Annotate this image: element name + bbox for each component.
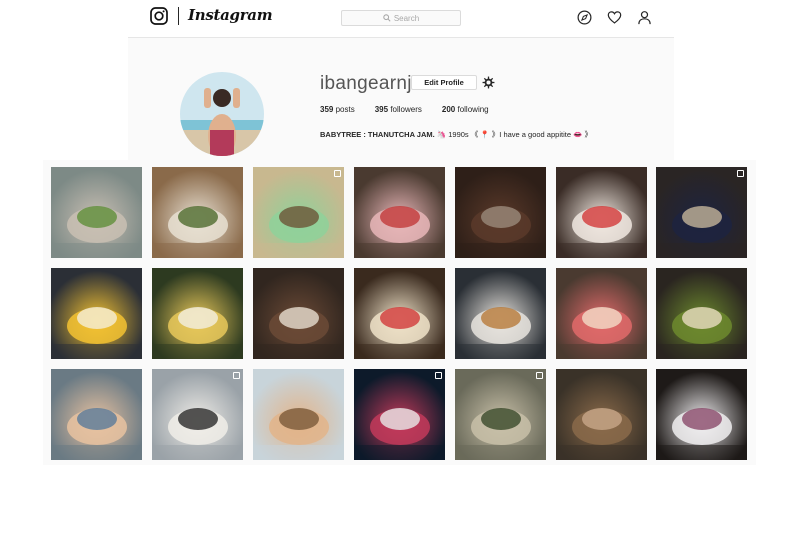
bio-text: 🦄 1990s 《 📍 》I have a good appitite 👄 》 (436, 130, 593, 139)
post-photo (51, 268, 142, 359)
post-photo (556, 167, 647, 258)
following-count: 200 (441, 105, 456, 114)
following-label: following (457, 105, 489, 114)
posts-stat[interactable]: 359 posts (320, 105, 355, 114)
activity-heart-icon[interactable] (607, 10, 622, 25)
multiple-photos-icon (334, 170, 341, 177)
post-photo (253, 369, 344, 460)
post-thumbnail[interactable] (656, 268, 747, 359)
post-photo (152, 268, 243, 359)
post-photo (354, 369, 445, 460)
following-stat[interactable]: 200 following (442, 105, 489, 114)
search-placeholder: Search (393, 13, 420, 23)
avatar[interactable] (180, 72, 264, 156)
multiple-photos-icon (536, 372, 543, 379)
post-photo (455, 369, 546, 460)
post-photo (455, 167, 546, 258)
profile-stats: 359 posts 395 followers 200 following (320, 105, 489, 114)
post-thumbnail[interactable] (51, 369, 142, 460)
post-photo (656, 167, 747, 258)
gear-icon[interactable] (482, 76, 495, 89)
followers-label: followers (390, 105, 422, 114)
post-thumbnail[interactable] (51, 167, 142, 258)
instagram-camera-icon[interactable] (150, 7, 168, 25)
post-photo (253, 167, 344, 258)
multiple-photos-icon (435, 372, 442, 379)
profile-bio: BABYTREE : THANUTCHA JAM. 🦄 1990s 《 📍 》I… (320, 129, 592, 140)
post-thumbnail[interactable] (556, 167, 647, 258)
post-thumbnail[interactable] (455, 268, 546, 359)
post-thumbnail[interactable] (253, 268, 344, 359)
brand-wordmark[interactable]: Instagram (188, 6, 273, 24)
post-thumbnail[interactable] (253, 167, 344, 258)
post-photo (253, 268, 344, 359)
post-thumbnail[interactable] (556, 268, 647, 359)
post-photo (152, 369, 243, 460)
post-thumbnail[interactable] (51, 268, 142, 359)
edit-profile-button[interactable]: Edit Profile (411, 75, 477, 90)
post-photo (556, 268, 647, 359)
search-input[interactable]: Search (341, 10, 461, 26)
post-photo (656, 369, 747, 460)
post-photo (556, 369, 647, 460)
followers-stat[interactable]: 395 followers (375, 105, 422, 114)
multiple-photos-icon (233, 372, 240, 379)
multiple-photos-icon (737, 170, 744, 177)
profile-username: ibangearnj (320, 73, 412, 94)
post-photo (354, 268, 445, 359)
post-thumbnail[interactable] (152, 167, 243, 258)
post-thumbnail[interactable] (152, 268, 243, 359)
post-thumbnail[interactable] (354, 369, 445, 460)
top-nav: Instagram Search (128, 0, 674, 38)
post-photo (51, 369, 142, 460)
avatar-photo (180, 72, 264, 156)
profile-person-icon[interactable] (637, 10, 652, 25)
post-thumbnail[interactable] (152, 369, 243, 460)
post-photo (152, 167, 243, 258)
post-thumbnail[interactable] (556, 369, 647, 460)
post-photo (656, 268, 747, 359)
profile-header: ibangearnj Edit Profile 359 posts 395 fo… (128, 38, 674, 160)
explore-compass-icon[interactable] (577, 10, 592, 25)
posts-label: posts (335, 105, 355, 114)
post-thumbnail[interactable] (354, 167, 445, 258)
post-photo (354, 167, 445, 258)
posts-count: 359 (320, 105, 334, 114)
logo-divider (178, 7, 179, 25)
post-thumbnail[interactable] (455, 369, 546, 460)
post-thumbnail[interactable] (656, 167, 747, 258)
post-thumbnail[interactable] (656, 369, 747, 460)
search-icon (383, 14, 391, 22)
post-thumbnail[interactable] (455, 167, 546, 258)
bio-full-name: BABYTREE : THANUTCHA JAM. (320, 130, 435, 139)
post-thumbnail[interactable] (354, 268, 445, 359)
post-photo (51, 167, 142, 258)
followers-count: 395 (374, 105, 389, 114)
post-thumbnail[interactable] (253, 369, 344, 460)
post-photo (455, 268, 546, 359)
